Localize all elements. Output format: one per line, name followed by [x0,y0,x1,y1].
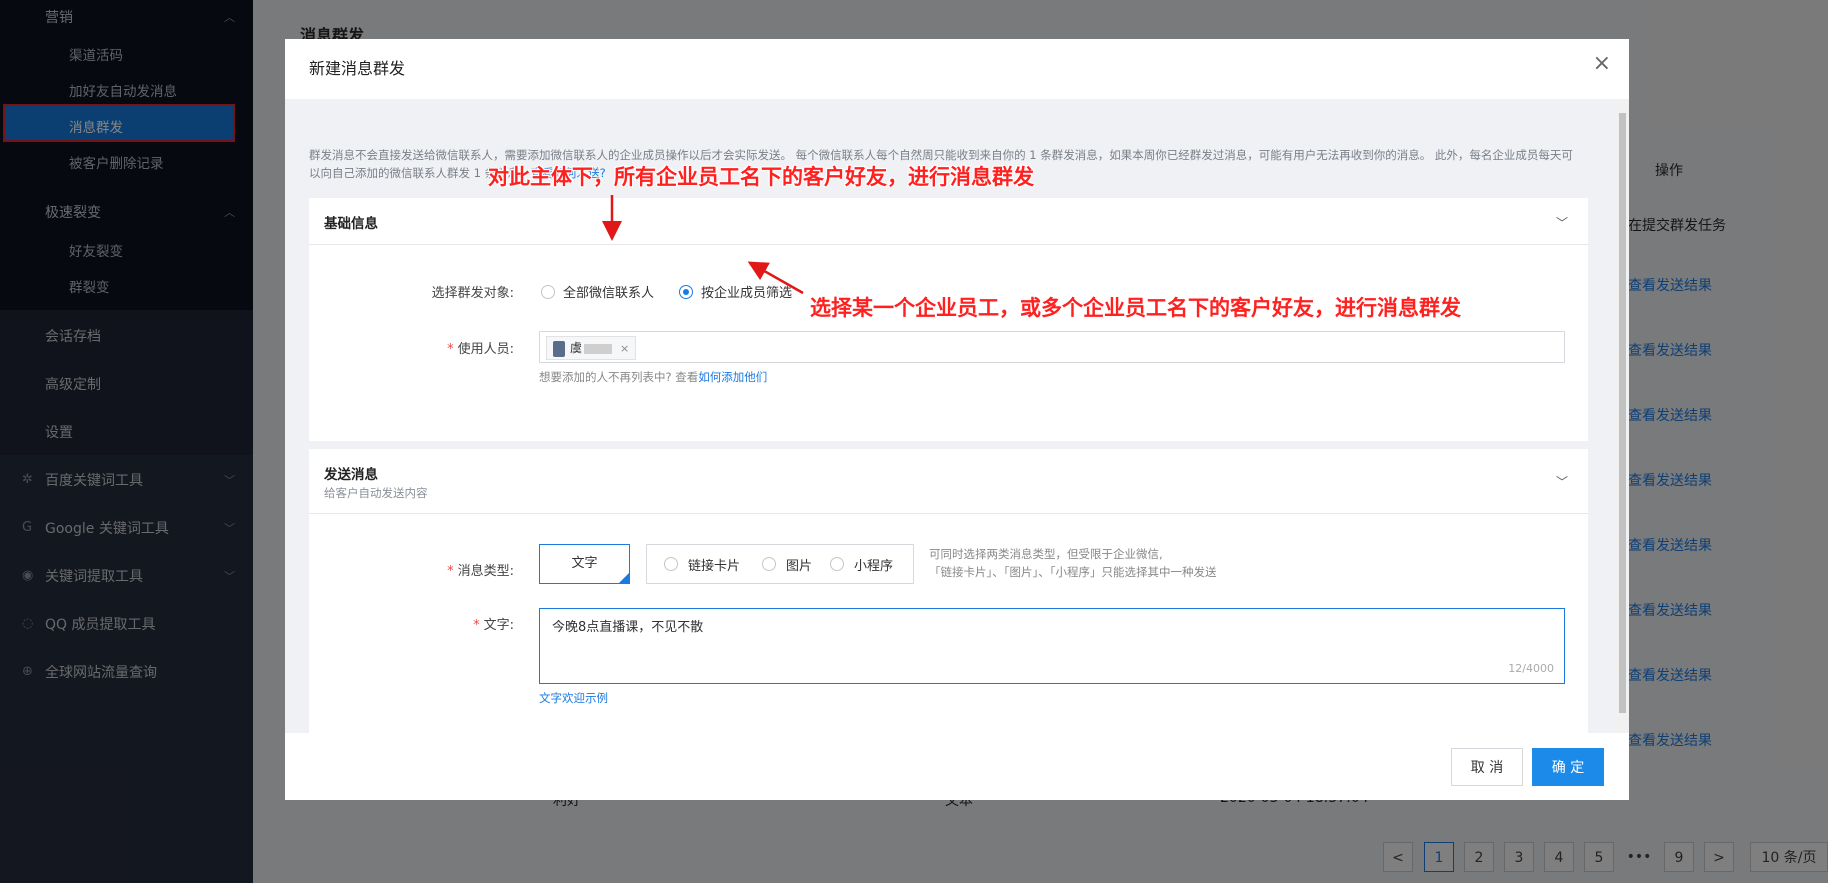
annotation-arrows [602,195,804,295]
arrow-left [747,261,804,295]
